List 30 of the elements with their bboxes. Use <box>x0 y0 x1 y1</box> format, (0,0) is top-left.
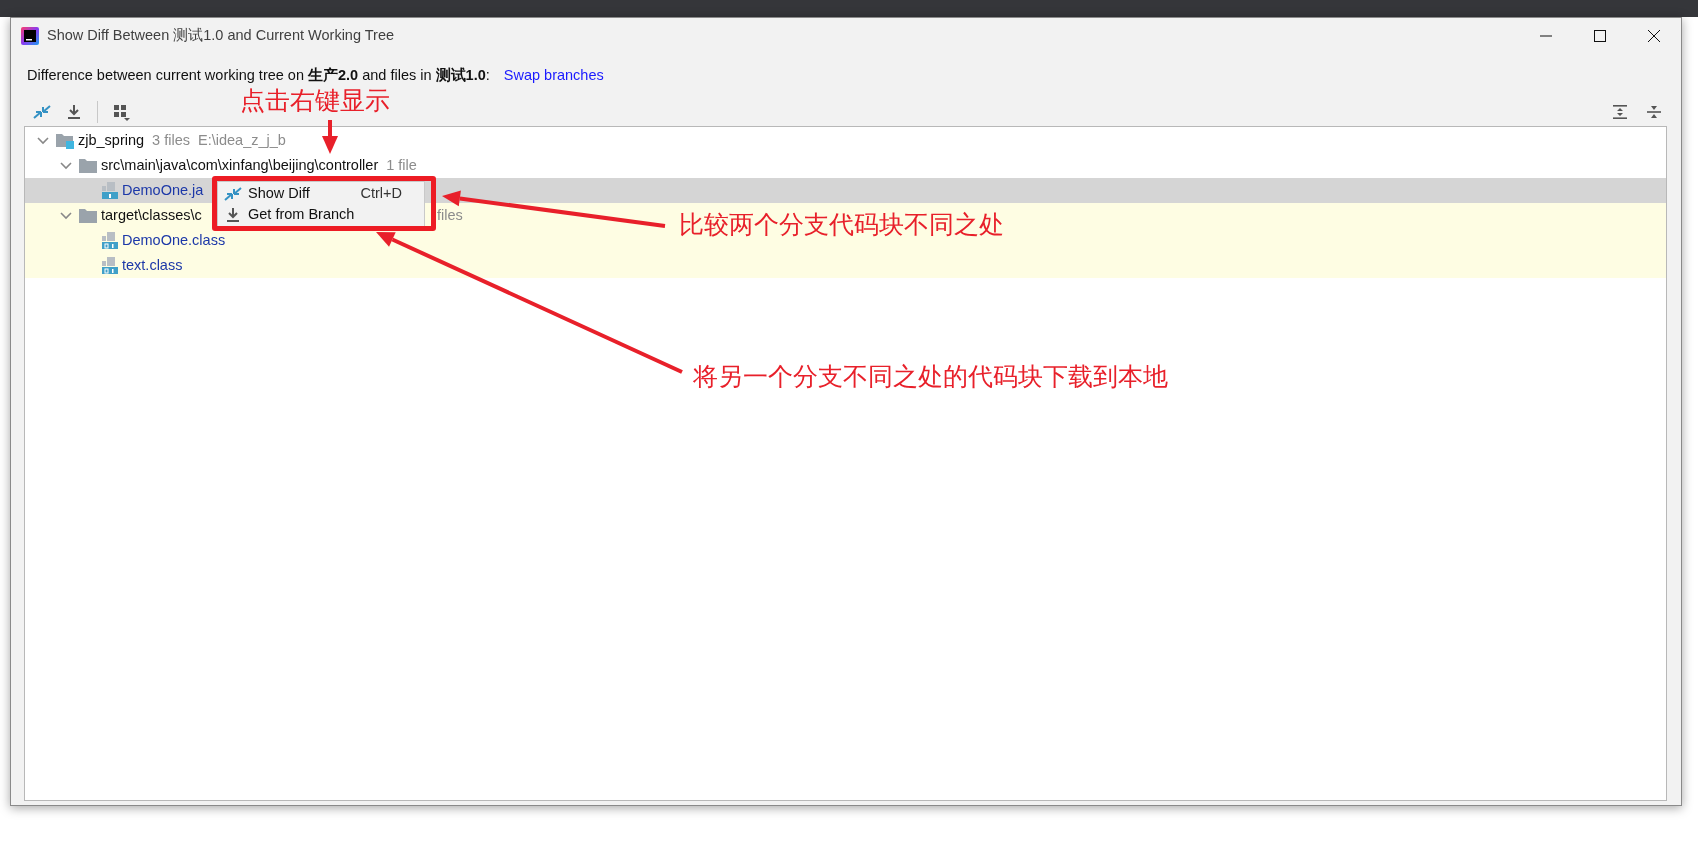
compare-icon <box>224 185 242 202</box>
file-name[interactable]: target\classes\c <box>101 204 202 227</box>
file-name[interactable]: DemoOne.ja <box>122 179 204 202</box>
annotation-arrow <box>322 120 338 154</box>
app-logo-icon <box>21 27 39 45</box>
file-count: 1 file <box>386 155 417 175</box>
download-icon <box>224 206 242 223</box>
file-name[interactable]: DemoOne.class <box>122 229 226 252</box>
file-path: E:\idea_z_j_b <box>198 130 286 150</box>
annotation-text: 比较两个分支代码块不同之处 <box>679 210 1004 240</box>
class-file-icon <box>102 257 118 274</box>
file-name[interactable]: zjb_spring <box>78 129 145 152</box>
folder-icon <box>79 158 97 173</box>
annotation-text: 将另一个分支不同之处的代码块下载到本地 <box>693 362 1168 392</box>
file-name[interactable]: src\main\java\com\xinfang\beijing\controller <box>101 154 379 177</box>
folder-icon <box>79 208 97 223</box>
file-name[interactable]: text.class <box>122 254 183 277</box>
maximize-icon[interactable] <box>1594 30 1606 42</box>
window-title: Show Diff Between 测试1.0 and Current Working Tree <box>47 26 395 46</box>
close-icon[interactable] <box>1648 30 1660 42</box>
menu-item[interactable]: Show Diff Ctrl+D <box>218 183 424 204</box>
file-count: files <box>437 205 463 225</box>
java-file-icon <box>102 182 118 199</box>
file-count: 3 files <box>152 130 190 150</box>
description-text: Difference between current working tree on 生产2.0 and files in 测试1.0: <box>27 66 490 86</box>
annotation-text: 点击右键显示 <box>240 86 390 116</box>
swap-branches-link[interactable]: Swap branches <box>503 65 604 87</box>
menu-item[interactable]: Get from Branch <box>218 204 424 225</box>
class-file-icon <box>102 232 118 249</box>
module-folder-icon <box>56 132 74 149</box>
